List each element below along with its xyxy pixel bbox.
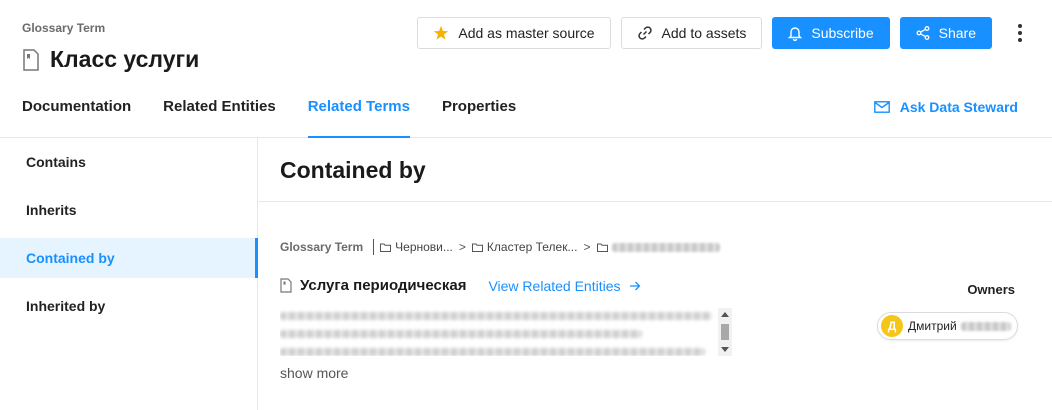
tab-related-terms[interactable]: Related Terms xyxy=(307,98,411,138)
subscribe-button[interactable]: Subscribe xyxy=(772,17,890,49)
show-more-link[interactable]: show more xyxy=(280,365,348,381)
relation-sidebar: Contains Inherits Contained by Inherited… xyxy=(0,138,258,410)
scroll-thumb[interactable] xyxy=(721,324,729,340)
arrow-right-icon xyxy=(629,281,640,290)
description-scrollbar[interactable] xyxy=(718,308,732,356)
owner-name: Дмитрий xyxy=(908,319,1011,333)
more-options-icon[interactable] xyxy=(1010,17,1030,49)
tab-properties[interactable]: Properties xyxy=(442,98,516,138)
breadcrumb-divider xyxy=(373,239,375,255)
folder-icon xyxy=(596,243,608,252)
breadcrumb: Glossary Term Чернови... > Кластер Телек… xyxy=(280,239,720,255)
scroll-down-icon[interactable] xyxy=(721,347,729,352)
document-icon xyxy=(23,48,39,71)
relation-content: Contained by Glossary Term Чернови... > … xyxy=(259,138,1052,410)
breadcrumb-item[interactable]: Чернови... xyxy=(380,240,453,254)
section-title: Contained by xyxy=(280,157,426,183)
view-related-entities-link[interactable]: View Related Entities xyxy=(488,278,640,294)
sidebar-item-contained-by[interactable]: Contained by xyxy=(0,238,258,278)
breadcrumb-item[interactable] xyxy=(596,242,720,252)
header-actions: Add as master source Add to assets Subsc… xyxy=(417,17,1052,49)
add-master-source-button[interactable]: Add as master source xyxy=(417,17,611,49)
related-term-name[interactable]: Услуга периодическая xyxy=(300,277,466,294)
folder-icon xyxy=(471,243,483,252)
page-title: Класс услуги xyxy=(50,46,200,72)
bell-icon xyxy=(788,27,803,41)
related-term-row: Услуга периодическая View Related Entiti… xyxy=(280,277,641,294)
owners-label: Owners xyxy=(967,282,1015,297)
add-master-source-label: Add as master source xyxy=(458,25,595,41)
document-icon xyxy=(280,278,292,293)
subscribe-label: Subscribe xyxy=(811,25,874,41)
redacted-text xyxy=(611,242,720,252)
entity-header: Glossary Term Класс услуги Add as master… xyxy=(0,0,1052,138)
folder-icon xyxy=(380,243,392,252)
owner-chip[interactable]: Д Дмитрий xyxy=(877,312,1018,340)
breadcrumb-item-label: Чернови... xyxy=(395,240,453,254)
tab-bar: Documentation Related Entities Related T… xyxy=(22,98,548,138)
breadcrumb-arrow-icon: > xyxy=(458,240,466,254)
tab-documentation[interactable]: Documentation xyxy=(22,98,131,138)
ask-data-steward-link[interactable]: Ask Data Steward xyxy=(873,99,1018,115)
star-icon xyxy=(434,26,449,40)
share-label: Share xyxy=(938,25,976,41)
section-header: Contained by xyxy=(259,138,1052,202)
entity-type-label: Glossary Term xyxy=(22,21,106,35)
mail-icon xyxy=(873,101,890,113)
breadcrumb-arrow-icon: > xyxy=(583,240,591,254)
term-description xyxy=(280,308,732,356)
title-row: Класс услуги xyxy=(22,46,199,73)
owner-first-name: Дмитрий xyxy=(908,319,957,333)
sidebar-item-inherits[interactable]: Inherits xyxy=(0,190,258,230)
share-icon xyxy=(916,26,930,40)
redacted-text xyxy=(960,321,1011,331)
avatar: Д xyxy=(881,315,903,337)
scroll-up-icon[interactable] xyxy=(721,312,729,317)
ask-data-steward-label: Ask Data Steward xyxy=(899,99,1018,115)
breadcrumb-item-label: Кластер Телек... xyxy=(486,240,578,254)
sidebar-item-inherited-by[interactable]: Inherited by xyxy=(0,286,258,326)
share-button[interactable]: Share xyxy=(899,17,992,49)
tab-related-entities[interactable]: Related Entities xyxy=(163,98,276,138)
view-related-entities-label: View Related Entities xyxy=(488,277,621,294)
link-icon xyxy=(637,26,652,40)
add-to-assets-button[interactable]: Add to assets xyxy=(620,17,763,49)
add-to-assets-label: Add to assets xyxy=(661,25,747,41)
breadcrumb-type: Glossary Term xyxy=(280,240,364,254)
redacted-description xyxy=(280,312,712,356)
breadcrumb-item[interactable]: Кластер Телек... xyxy=(471,240,578,254)
sidebar-item-contains[interactable]: Contains xyxy=(0,142,258,182)
